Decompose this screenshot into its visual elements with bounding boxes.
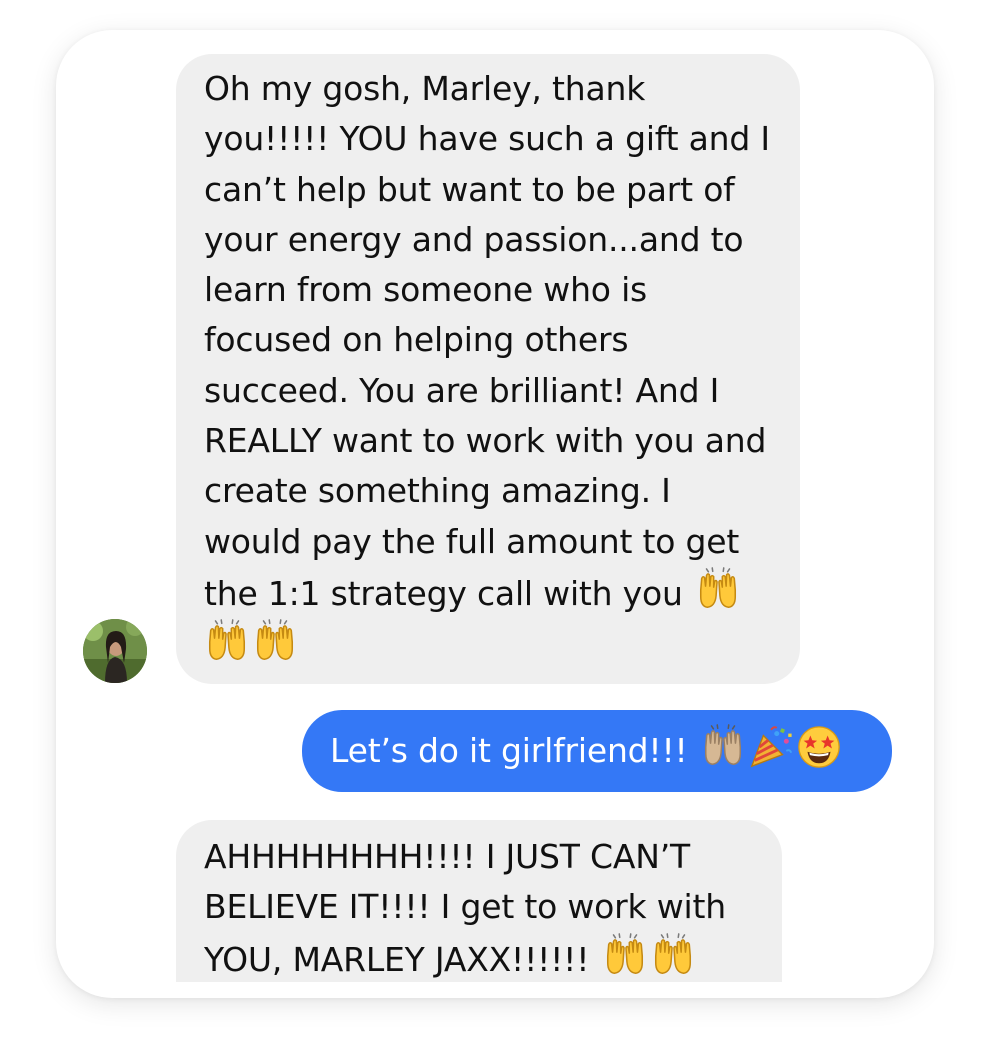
outgoing-message-bubble[interactable]: Let’s do it girlfriend!!! <box>302 710 892 792</box>
party-popper-icon <box>748 724 794 770</box>
raising-hands-icon <box>695 567 741 613</box>
raising-hands-icon <box>650 933 696 979</box>
star-struck-icon <box>796 724 842 770</box>
raising-hands-icon <box>602 933 648 979</box>
contact-avatar[interactable] <box>83 619 147 683</box>
raising-hands-icon <box>700 724 746 770</box>
raising-hands-icon <box>204 619 250 665</box>
incoming-message-bubble[interactable]: Oh my gosh, Marley, thank you!!!!! YOU h… <box>176 54 800 684</box>
message-thread: Oh my gosh, Marley, thank you!!!!! YOU h… <box>56 30 934 982</box>
message-text: Let’s do it girlfriend!!! <box>330 731 688 770</box>
message-text: Oh my gosh, Marley, thank you!!!!! YOU h… <box>204 69 781 613</box>
incoming-message-bubble[interactable]: AHHHHHHHH!!!! I JUST CAN’T BELIEVE IT!!!… <box>176 820 782 982</box>
chat-card: Oh my gosh, Marley, thank you!!!!! YOU h… <box>56 30 934 998</box>
avatar-photo-icon <box>83 619 147 683</box>
raising-hands-icon <box>252 619 298 665</box>
